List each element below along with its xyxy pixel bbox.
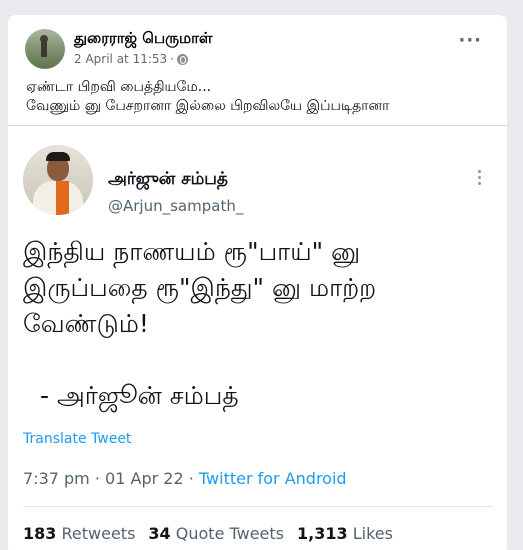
more-vertical-icon: [478, 170, 482, 185]
divider: [23, 506, 493, 507]
quote-tweets-stat: 34 Quote Tweets: [148, 524, 284, 543]
post-author-name[interactable]: துரைராஜ் பெருமாள்: [74, 29, 212, 49]
tweet-handle: @Arjun_sampath_: [108, 197, 244, 215]
facebook-post-card: துரைராஜ் பெருமாள் 2 April at 11:53 · ···…: [8, 15, 507, 550]
meta-separator: ·: [188, 469, 194, 488]
tweet-date: 01 Apr 22: [105, 469, 184, 488]
tweet-body: இந்திய நாணயம் ரூ"பாய்" னு இருப்பதை ரூ"இந…: [23, 237, 377, 338]
tweet-stats: 183 Retweets 34 Quote Tweets 1,313 Likes: [23, 524, 393, 543]
likes-stat: 1,313 Likes: [297, 524, 393, 543]
tweet-author-name: அர்ஜுன் சம்பத்: [108, 169, 229, 189]
post-text: ஏண்டா பிறவி பைத்தியமே... வேணும் னு பேசறா…: [26, 78, 389, 116]
meta-separator: ·: [170, 52, 174, 66]
post-timestamp[interactable]: 2 April at 11:53: [74, 52, 167, 66]
tweet-author-avatar: [23, 145, 93, 215]
tweet-signature: - அர்ஜூன் சம்பத்: [40, 381, 239, 410]
globe-icon: [176, 53, 188, 65]
post-meta: 2 April at 11:53 ·: [74, 52, 188, 66]
retweets-stat: 183 Retweets: [23, 524, 136, 543]
more-horizontal-icon[interactable]: ···: [458, 32, 482, 50]
tweet-time: 7:37 pm: [23, 469, 90, 488]
tweet-meta: 7:37 pm · 01 Apr 22 · Twitter for Androi…: [23, 469, 347, 488]
post-text-line: ஏண்டா பிறவி பைத்தியமே...: [26, 79, 212, 95]
tweet-source: Twitter for Android: [198, 469, 347, 488]
post-text-line: வேணும் னு பேசறானா இல்லை பிறவிலயே இப்படித…: [26, 98, 390, 114]
meta-separator: ·: [94, 469, 100, 488]
translate-tweet-link: Translate Tweet: [23, 431, 132, 447]
author-avatar[interactable]: [25, 29, 65, 69]
tweet-screenshot[interactable]: அர்ஜுன் சம்பத் @Arjun_sampath_ இந்திய நா…: [8, 126, 507, 550]
